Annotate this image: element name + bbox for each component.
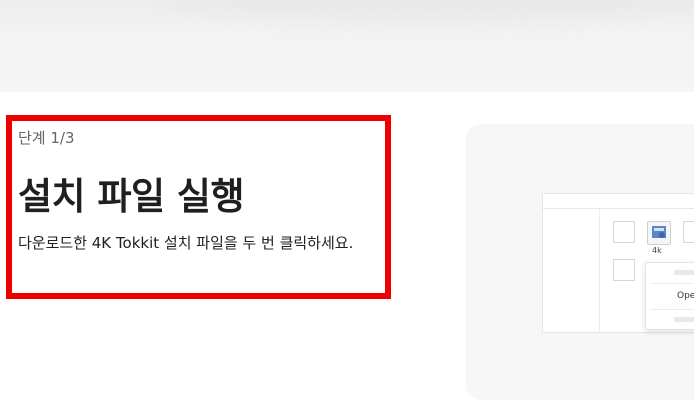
installer-icon [652, 226, 666, 238]
banner-shadow [150, 0, 694, 20]
context-menu: Ope [645, 262, 694, 330]
installer-file-name: 4k [652, 246, 662, 255]
menu-separator [650, 309, 694, 310]
installer-file-icon[interactable] [647, 221, 671, 245]
menu-separator [650, 283, 694, 284]
explorer-toolbar [543, 208, 694, 209]
menu-item-placeholder [674, 317, 694, 322]
instruction-text: 다운로드한 4K Tokkit 설치 파일을 두 번 클릭하세요. [18, 234, 354, 252]
file-placeholder [613, 221, 635, 243]
step-indicator: 단계 1/3 [18, 129, 75, 147]
page-title: 설치 파일 실행 [18, 175, 245, 218]
menu-item-open[interactable]: Ope [677, 291, 694, 301]
file-placeholder [613, 259, 635, 281]
file-placeholder [683, 221, 694, 243]
explorer-sidebar-divider [599, 209, 600, 332]
menu-item-placeholder [674, 270, 694, 275]
top-banner [0, 0, 694, 92]
